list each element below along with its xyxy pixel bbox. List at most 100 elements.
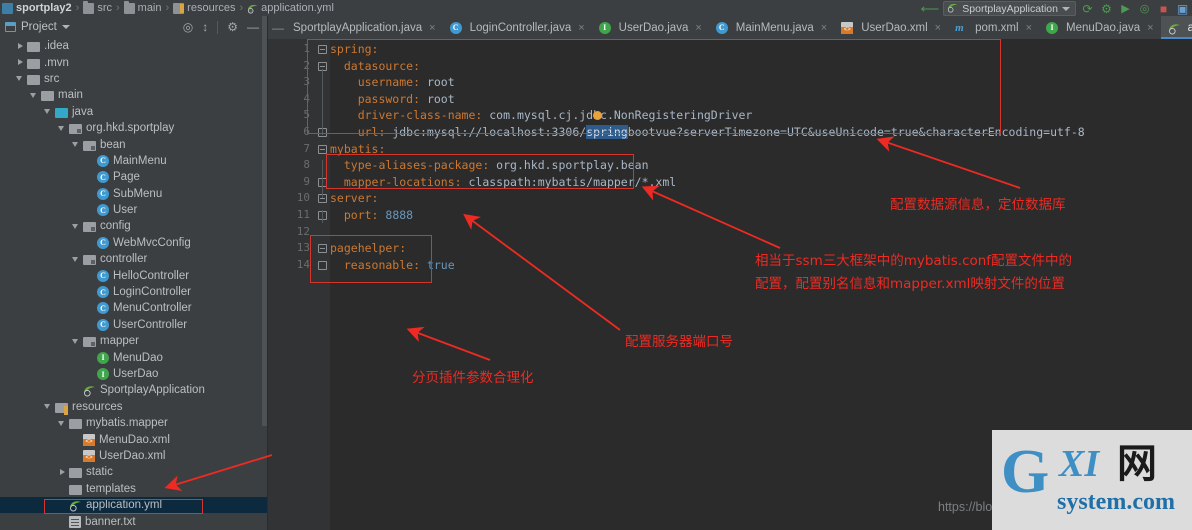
editor-tab-userdao-xml[interactable]: UserDao.xml × xyxy=(834,16,948,39)
chevron-down-icon[interactable] xyxy=(44,402,53,411)
tree-item-userdao[interactable]: I UserDao xyxy=(0,366,267,382)
tree-item-main[interactable]: main xyxy=(0,87,267,103)
breadcrumb-item-main[interactable]: main xyxy=(123,0,162,14)
code-line-1[interactable]: spring: xyxy=(330,42,378,56)
tree-item-resources[interactable]: resources xyxy=(0,399,267,415)
project-panel-title[interactable]: Project xyxy=(5,21,70,33)
chevron-down-icon[interactable] xyxy=(72,140,81,149)
code-line-4[interactable]: password: root xyxy=(330,92,455,106)
chevron-down-icon[interactable] xyxy=(72,222,81,231)
tree-item-page[interactable]: C Page xyxy=(0,169,267,185)
code-line-10[interactable]: server: xyxy=(330,191,378,205)
editor-tab-pom-xml[interactable]: m pom.xml × xyxy=(948,16,1039,39)
code-line-5[interactable]: driver-class-name: com.mysql.cj.jdbc.Non… xyxy=(330,108,753,122)
tree-item-application-yml[interactable]: application.yml xyxy=(0,496,267,514)
tree-item-menudao-xml[interactable]: MenuDao.xml xyxy=(0,431,267,447)
code-line-9[interactable]: mapper-locations: classpath:mybatis/mapp… xyxy=(330,175,676,189)
project-tree[interactable]: .idea .mvn src main java org.hkd.sportplay bea… xyxy=(0,38,267,530)
layout-icon[interactable]: ▣ xyxy=(1175,1,1190,16)
chevron-down-icon[interactable] xyxy=(30,91,39,100)
tree-item-webmvcconfig[interactable]: C WebMvcConfig xyxy=(0,235,267,251)
hide-icon[interactable]: — xyxy=(247,21,259,33)
fold-toggle-icon[interactable] xyxy=(318,144,327,154)
tree-item-menucontroller[interactable]: C MenuController xyxy=(0,300,267,316)
editor-tab-sportplayapplication-java[interactable]: SportplayApplication.java × xyxy=(286,16,443,39)
debug-icon[interactable]: ◎ xyxy=(1137,1,1152,16)
settings-icon[interactable]: ⚙ xyxy=(1099,1,1114,16)
editor-tab-bar[interactable]: — SportplayApplication.java × C LoginContro… xyxy=(268,16,1192,39)
breadcrumb-item-application-yml[interactable]: application.yml xyxy=(247,2,334,14)
tree-item--idea[interactable]: .idea xyxy=(0,38,267,54)
code-line-8[interactable]: type-aliases-package: org.hkd.sportplay.… xyxy=(330,158,649,172)
tree-item-static[interactable]: static xyxy=(0,464,267,480)
code-line-11[interactable]: port: 8888 xyxy=(330,208,413,222)
fold-toggle-icon[interactable] xyxy=(318,45,327,54)
stop-icon[interactable]: ■ xyxy=(1156,1,1171,16)
tree-item-config[interactable]: config xyxy=(0,218,267,234)
breadcrumb-item-resources[interactable]: resources xyxy=(173,2,235,14)
tree-item-user[interactable]: C User xyxy=(0,202,267,218)
tree-item-hellocontroller[interactable]: C HelloController xyxy=(0,267,267,283)
chevron-down-icon[interactable] xyxy=(72,337,81,346)
tree-item-usercontroller[interactable]: C UserController xyxy=(0,317,267,333)
editor-tab-userdao-java[interactable]: I UserDao.java × xyxy=(592,16,709,39)
back-arrow-icon[interactable]: ⟵ xyxy=(921,2,940,15)
tree-item-userdao-xml[interactable]: UserDao.xml xyxy=(0,448,267,464)
fold-end-icon[interactable] xyxy=(318,260,327,270)
code-line-13[interactable]: pagehelper: xyxy=(330,241,406,255)
tree-item-templates[interactable]: templates xyxy=(0,481,267,497)
tree-item-menudao[interactable]: I MenuDao xyxy=(0,349,267,365)
chevron-right-icon[interactable] xyxy=(58,468,67,477)
interface-icon: I xyxy=(97,368,109,380)
chevron-right-icon[interactable] xyxy=(16,58,25,67)
editor-tab-logincontroller-java[interactable]: C LoginController.java × xyxy=(443,16,592,39)
tree-item-org-hkd-sportplay[interactable]: org.hkd.sportplay xyxy=(0,120,267,136)
chevron-down-icon[interactable] xyxy=(58,124,67,133)
build-icon[interactable]: ⟳ xyxy=(1080,1,1095,16)
code-line-6[interactable]: url: jdbc:mysql://localhost:3306/springb… xyxy=(330,125,1085,139)
breadcrumb-item-src[interactable]: src xyxy=(83,0,112,14)
close-icon[interactable]: × xyxy=(695,22,701,34)
tree-item-java[interactable]: java xyxy=(0,104,267,120)
tree-item-submenu[interactable]: C SubMenu xyxy=(0,186,267,202)
tree-item-bean[interactable]: bean xyxy=(0,136,267,152)
tree-item-label: WebMvcConfig xyxy=(113,236,191,249)
chevron-down-icon[interactable] xyxy=(44,107,53,116)
code-line-14[interactable]: reasonable: true xyxy=(330,258,455,272)
close-icon[interactable]: × xyxy=(1147,22,1153,34)
fold-column[interactable] xyxy=(316,39,330,530)
close-icon[interactable]: × xyxy=(935,22,941,34)
chevron-down-icon[interactable] xyxy=(16,74,25,83)
chevron-down-icon[interactable] xyxy=(58,419,67,428)
ide-window: sportplay2 › src › main › resources › ap… xyxy=(0,0,1192,530)
editor-tab-application-yml[interactable]: application.yml× xyxy=(1160,16,1192,39)
editor-tab-mainmenu-java[interactable]: C MainMenu.java × xyxy=(709,16,834,39)
tree-item--mvn[interactable]: .mvn xyxy=(0,54,267,70)
close-icon[interactable]: × xyxy=(821,22,827,34)
run-configuration-selector[interactable]: SportplayApplication xyxy=(943,1,1076,16)
collapse-all-icon[interactable]: ↕ xyxy=(202,21,208,33)
tree-item-mybatis-mapper[interactable]: mybatis.mapper xyxy=(0,415,267,431)
tree-item-mainmenu[interactable]: C MainMenu xyxy=(0,153,267,169)
code-line-2[interactable]: datasource: xyxy=(330,59,420,73)
chevron-right-icon[interactable] xyxy=(16,42,25,51)
tree-scrollbar[interactable] xyxy=(262,16,267,426)
code-line-7[interactable]: mybatis: xyxy=(330,142,385,156)
tree-item-sportplayapplication[interactable]: SportplayApplication xyxy=(0,382,267,398)
fold-toggle-icon[interactable] xyxy=(318,244,327,254)
editor-tab-menudao-java[interactable]: I MenuDao.java × xyxy=(1039,16,1161,39)
tree-item-logincontroller[interactable]: C LoginController xyxy=(0,284,267,300)
breadcrumb-item-project[interactable]: sportplay2 xyxy=(2,2,72,14)
locate-icon[interactable]: ◎ xyxy=(183,21,193,33)
close-icon[interactable]: × xyxy=(1026,22,1032,34)
close-icon[interactable]: × xyxy=(578,22,584,34)
run-icon[interactable]: ▶ xyxy=(1118,1,1133,16)
tree-item-src[interactable]: src xyxy=(0,71,267,87)
gear-icon[interactable]: ⚙ xyxy=(227,21,238,33)
tree-item-controller[interactable]: controller xyxy=(0,251,267,267)
tree-item-mapper[interactable]: mapper xyxy=(0,333,267,349)
code-line-3[interactable]: username: root xyxy=(330,75,455,89)
tree-item-banner-txt[interactable]: banner.txt xyxy=(0,513,267,529)
chevron-down-icon[interactable] xyxy=(72,255,81,264)
close-icon[interactable]: × xyxy=(429,22,435,34)
